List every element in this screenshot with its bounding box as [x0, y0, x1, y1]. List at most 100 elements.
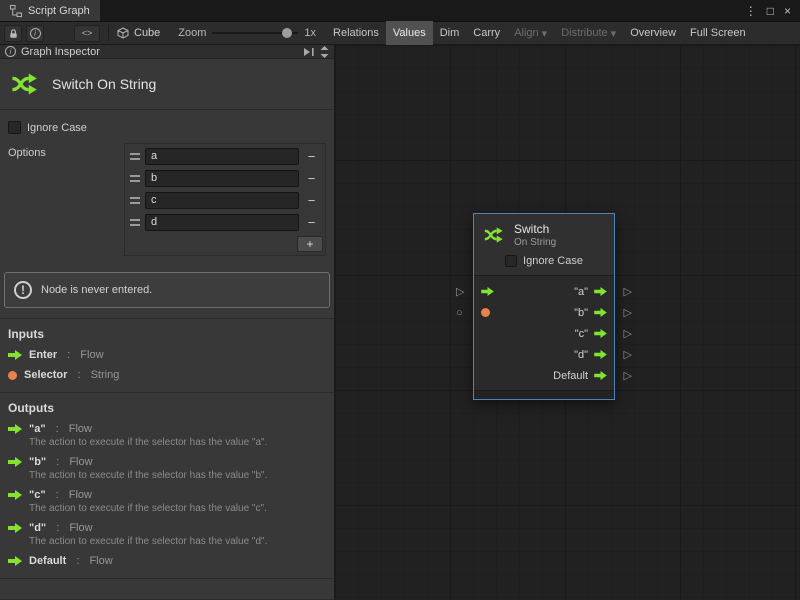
flow-output-socket[interactable]: ▷	[624, 306, 632, 319]
switch-icon	[482, 224, 506, 246]
value-input-socket[interactable]: ○	[456, 307, 463, 319]
inspector-empty-section	[0, 578, 334, 599]
warning-text: Node is never entered.	[41, 284, 152, 296]
port-description: The action to execute if the selector ha…	[29, 536, 326, 547]
port-name: Selector	[24, 369, 67, 381]
flow-arrow-icon	[8, 523, 22, 533]
tab-script-graph[interactable]: Script Graph	[0, 0, 100, 21]
port-separator: :	[53, 489, 62, 501]
flow-arrow-icon	[8, 490, 22, 500]
carry-button[interactable]: Carry	[466, 21, 507, 45]
node-title: Switch	[514, 222, 556, 236]
overview-label: Overview	[630, 27, 676, 39]
zoom-value: 1x	[304, 27, 316, 39]
close-icon[interactable]: ×	[784, 4, 791, 18]
input-selector: Selector : String	[8, 369, 326, 381]
flow-arrow-icon[interactable]	[481, 287, 494, 296]
align-label: Align	[514, 27, 538, 39]
option-input[interactable]	[145, 192, 299, 209]
values-button[interactable]: Values	[386, 21, 433, 45]
zoom-slider[interactable]	[212, 32, 298, 34]
value-port-icon[interactable]	[481, 308, 490, 317]
expander-icon[interactable]	[320, 46, 329, 58]
flow-output-socket[interactable]: ▷	[624, 327, 632, 340]
zoom-slider-knob[interactable]	[282, 28, 292, 38]
overview-button[interactable]: Overview	[623, 21, 683, 45]
flow-arrow-icon[interactable]	[594, 350, 607, 359]
option-input[interactable]	[145, 170, 299, 187]
port-name: "b"	[29, 456, 46, 468]
list-item: −	[126, 145, 324, 167]
graph-icon	[10, 5, 22, 17]
option-input[interactable]	[145, 148, 299, 165]
port-type: Flow	[69, 489, 92, 501]
value-port-icon	[8, 371, 17, 380]
flow-arrow-icon	[8, 350, 22, 360]
port-label: "d"	[574, 349, 588, 361]
distribute-dropdown[interactable]: Distribute ▾	[554, 21, 623, 45]
port-type: Flow	[80, 349, 103, 361]
dim-button[interactable]: Dim	[433, 21, 467, 45]
add-option-button[interactable]: +	[297, 236, 323, 252]
drag-handle-icon[interactable]	[130, 153, 140, 160]
toolbar-separator	[108, 25, 109, 41]
window-tab-bar: Script Graph ⋮ □ ×	[0, 0, 800, 21]
options-field: Options − − −	[8, 143, 326, 256]
remove-option-button[interactable]: −	[299, 171, 324, 186]
flow-output-socket[interactable]: ▷	[624, 285, 632, 298]
port-label: "b"	[574, 307, 588, 319]
relations-button[interactable]: Relations	[326, 21, 386, 45]
inputs-title: Inputs	[8, 327, 326, 341]
flow-output-socket[interactable]: ▷	[624, 348, 632, 361]
target-label: Cube	[134, 27, 160, 39]
maximize-icon[interactable]: □	[767, 4, 774, 18]
node-header: Switch On String	[474, 214, 614, 252]
code-icon: <>	[82, 28, 93, 38]
flow-output-socket[interactable]: ▷	[624, 369, 632, 382]
port-type: Flow	[69, 522, 92, 534]
port-name: Default	[29, 555, 66, 567]
info-button[interactable]: i	[26, 25, 44, 42]
ignore-case-checkbox[interactable]	[8, 121, 21, 134]
cube-icon	[117, 27, 129, 39]
window-menu-icon[interactable]: ⋮	[745, 4, 757, 18]
tab-label: Script Graph	[28, 5, 90, 17]
remove-option-button[interactable]: −	[299, 149, 324, 164]
node-ignore-case-row: Ignore Case	[474, 252, 614, 275]
target-object[interactable]: Cube	[117, 27, 160, 39]
drag-handle-icon[interactable]	[130, 175, 140, 182]
dim-label: Dim	[440, 27, 460, 39]
flow-input-socket[interactable]: ▷	[456, 285, 464, 298]
port-description: The action to execute if the selector ha…	[29, 503, 326, 514]
lock-button[interactable]	[4, 25, 22, 42]
dock-icon[interactable]	[303, 47, 315, 57]
code-view-button[interactable]: <>	[74, 25, 100, 42]
node-subtitle: On String	[514, 237, 556, 248]
align-dropdown[interactable]: Align ▾	[507, 21, 554, 45]
flow-arrow-icon[interactable]	[594, 308, 607, 317]
graph-canvas[interactable]: Switch On String Ignore Case ▷ "a" ▷ ○	[335, 45, 800, 600]
flow-arrow-icon[interactable]	[594, 329, 607, 338]
flow-arrow-icon[interactable]	[594, 371, 607, 380]
switch-on-string-node[interactable]: Switch On String Ignore Case ▷ "a" ▷ ○	[473, 213, 615, 400]
node-title-block: Switch On String	[514, 222, 556, 248]
drag-handle-icon[interactable]	[130, 219, 140, 226]
chevron-down-icon: ▾	[542, 27, 548, 40]
warning-icon: !	[14, 281, 32, 299]
remove-option-button[interactable]: −	[299, 215, 324, 230]
drag-handle-icon[interactable]	[130, 197, 140, 204]
port-name: Enter	[29, 349, 57, 361]
flow-arrow-icon[interactable]	[594, 287, 607, 296]
info-icon: i	[30, 28, 41, 39]
port-separator: :	[53, 456, 62, 468]
ignore-case-checkbox[interactable]	[505, 255, 517, 267]
option-input[interactable]	[145, 214, 299, 231]
options-list: − − − − +	[124, 143, 326, 256]
remove-option-button[interactable]: −	[299, 193, 324, 208]
tab-bar-spacer	[100, 0, 736, 21]
inspector-title: Graph Inspector	[21, 46, 100, 58]
graph-toolbar: i <> Cube Zoom 1x Relations Values Dim C…	[0, 21, 800, 45]
flow-arrow-icon	[8, 424, 22, 434]
add-option-row: +	[126, 233, 324, 254]
fullscreen-button[interactable]: Full Screen	[683, 21, 753, 45]
